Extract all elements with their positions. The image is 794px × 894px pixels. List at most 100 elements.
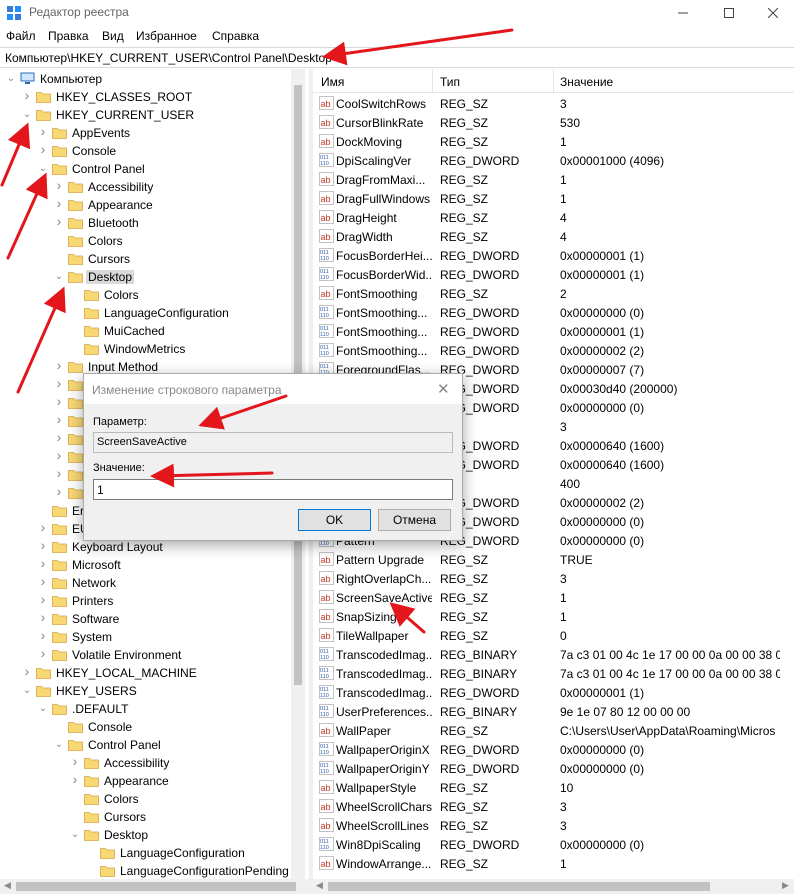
menu-file[interactable]: Файл (6, 29, 36, 43)
menu-favorites[interactable]: Избранное (136, 29, 197, 43)
tree-node[interactable]: › HKEY_CLASSES_ROOT (0, 88, 300, 106)
value-row[interactable]: 011 110 WallpaperOriginX REG_DWORD 0x0000000… (313, 740, 794, 759)
value-row[interactable]: 011 110 Win8DpiScaling REG_DWORD 0x00000000 … (313, 835, 794, 854)
value-row[interactable]: 011 110 UserPreferences... REG_BINARY 9e 1e … (313, 702, 794, 721)
value-row[interactable]: ab DragFromMaxi... REG_SZ 1 (313, 170, 794, 189)
tree-node[interactable]: › Volatile Environment (0, 646, 300, 664)
tree-node[interactable]: › AppEvents (0, 124, 300, 142)
chevron-down-icon[interactable]: ⌄ (38, 162, 48, 176)
chevron-right-icon[interactable]: › (22, 664, 32, 678)
value-row[interactable]: ab SnapSizing REG_SZ 1 (313, 607, 794, 626)
chevron-down-icon[interactable]: ⌄ (54, 738, 64, 752)
dialog-close-icon[interactable]: ✕ (437, 380, 450, 398)
column-type-header[interactable]: Тип (440, 75, 460, 89)
tree-node[interactable]: Console (0, 718, 300, 736)
scroll-left-icon[interactable]: ◀ (316, 880, 323, 891)
menu-edit[interactable]: Правка (48, 29, 89, 43)
chevron-right-icon[interactable]: › (54, 448, 64, 462)
chevron-right-icon[interactable]: › (54, 376, 64, 390)
tree-node[interactable]: › Accessibility (0, 754, 300, 772)
value-row[interactable]: ab WallpaperStyle REG_SZ 10 (313, 778, 794, 797)
tree-node[interactable]: Colors (0, 286, 300, 304)
value-row[interactable]: 011 110 TranscodedImag... REG_BINARY 7a c3 0… (313, 645, 794, 664)
tree-node[interactable]: ⌄ HKEY_USERS (0, 682, 300, 700)
chevron-right-icon[interactable]: › (38, 592, 48, 606)
value-row[interactable]: ab WheelScrollLines REG_SZ 3 (313, 816, 794, 835)
value-row[interactable]: ab WheelScrollChars REG_SZ 3 (313, 797, 794, 816)
value-row[interactable]: 011 110 FocusBorderHei... REG_DWORD 0x000000… (313, 246, 794, 265)
value-data-input[interactable] (93, 479, 453, 500)
tree-node[interactable]: ⌄ Control Panel (0, 736, 300, 754)
value-row[interactable]: 011 110 FocusBorderWid... REG_DWORD 0x000000… (313, 265, 794, 284)
value-row[interactable]: 011 110 FontSmoothing... REG_DWORD 0x0000000… (313, 322, 794, 341)
tree-node[interactable]: ⌄ HKEY_CURRENT_USER (0, 106, 300, 124)
chevron-right-icon[interactable]: › (38, 142, 48, 156)
value-row[interactable]: ab DragWidth REG_SZ 4 (313, 227, 794, 246)
value-row[interactable]: 011 110 TranscodedImag... REG_BINARY 7a c3 0… (313, 664, 794, 683)
value-row[interactable]: ab DockMoving REG_SZ 1 (313, 132, 794, 151)
tree-node[interactable]: ⌄ Desktop (0, 268, 300, 286)
tree-node[interactable]: WindowMetrics (0, 340, 300, 358)
chevron-right-icon[interactable]: › (70, 772, 80, 786)
tree-node[interactable]: Colors (0, 790, 300, 808)
cancel-button[interactable]: Отмена (378, 509, 451, 531)
value-row[interactable]: ab RightOverlapCh... REG_SZ 3 (313, 569, 794, 588)
chevron-right-icon[interactable]: › (38, 124, 48, 138)
scroll-right-icon[interactable]: ▶ (782, 880, 789, 891)
tree-node[interactable]: ⌄ Control Panel (0, 160, 300, 178)
chevron-right-icon[interactable]: › (54, 412, 64, 426)
chevron-right-icon[interactable]: › (54, 430, 64, 444)
menu-view[interactable]: Вид (102, 29, 124, 43)
tree-node[interactable]: › Printers (0, 592, 300, 610)
chevron-right-icon[interactable]: › (70, 754, 80, 768)
value-row[interactable]: ab DragHeight REG_SZ 4 (313, 208, 794, 227)
tree-node[interactable]: › HKEY_LOCAL_MACHINE (0, 664, 300, 682)
chevron-down-icon[interactable]: ⌄ (70, 828, 80, 842)
tree-node[interactable]: Colors (0, 232, 300, 250)
tree-node[interactable]: LanguageConfiguration (0, 304, 300, 322)
value-row[interactable]: 011 110 FontSmoothing... REG_DWORD 0x0000000… (313, 303, 794, 322)
minimize-button[interactable] (660, 0, 706, 26)
tree-node[interactable]: LanguageConfiguration (0, 844, 300, 862)
tree-node[interactable]: › System (0, 628, 300, 646)
value-row[interactable]: ab TileWallpaper REG_SZ 0 (313, 626, 794, 645)
chevron-right-icon[interactable]: › (54, 484, 64, 498)
chevron-down-icon[interactable]: ⌄ (22, 108, 32, 122)
address-bar[interactable]: Компьютер\HKEY_CURRENT_USER\Control Pane… (0, 47, 794, 68)
ok-button[interactable]: OK (298, 509, 371, 531)
tree-node[interactable]: MuiCached (0, 322, 300, 340)
chevron-down-icon[interactable]: ⌄ (38, 702, 48, 716)
scroll-left-icon[interactable]: ◀ (4, 880, 11, 891)
list-hscroll-thumb[interactable] (328, 882, 710, 891)
value-row[interactable]: 011 110 FontSmoothing... REG_DWORD 0x0000000… (313, 341, 794, 360)
chevron-down-icon[interactable]: ⌄ (22, 684, 32, 698)
chevron-right-icon[interactable]: › (38, 628, 48, 642)
value-row[interactable]: ab DragFullWindows REG_SZ 1 (313, 189, 794, 208)
value-row[interactable]: ab Pattern Upgrade REG_SZ TRUE (313, 550, 794, 569)
tree-node[interactable]: Cursors (0, 808, 300, 826)
chevron-right-icon[interactable]: › (22, 88, 32, 102)
column-separator[interactable] (432, 69, 433, 93)
tree-node[interactable]: › Console (0, 142, 300, 160)
chevron-down-icon[interactable]: ⌄ (6, 72, 16, 86)
value-row[interactable]: ab CoolSwitchRows REG_SZ 3 (313, 94, 794, 113)
chevron-right-icon[interactable]: › (38, 610, 48, 624)
tree-node[interactable]: › Microsoft (0, 556, 300, 574)
tree-node[interactable]: › Accessibility (0, 178, 300, 196)
tree-node[interactable]: LanguageConfigurationPending (0, 862, 300, 879)
chevron-right-icon[interactable]: › (54, 358, 64, 372)
column-data-header[interactable]: Значение (560, 75, 613, 89)
chevron-right-icon[interactable]: › (54, 466, 64, 480)
value-row[interactable]: ab WallPaper REG_SZ C:\Users\User\AppData\R… (313, 721, 794, 740)
tree-node[interactable]: ⌄ Компьютер (0, 70, 300, 88)
value-row[interactable]: ab FontSmoothing REG_SZ 2 (313, 284, 794, 303)
tree-node[interactable]: › Bluetooth (0, 214, 300, 232)
value-row[interactable]: ab CursorBlinkRate REG_SZ 530 (313, 113, 794, 132)
value-row[interactable]: ab WindowArrange... REG_SZ 1 (313, 854, 794, 873)
tree-node[interactable]: Cursors (0, 250, 300, 268)
value-row[interactable]: ab ScreenSaveActive REG_SZ 1 (313, 588, 794, 607)
tree-node[interactable]: ⌄ .DEFAULT (0, 700, 300, 718)
horizontal-scrollbar[interactable]: ◀ ◀ ▶ (0, 879, 794, 894)
maximize-button[interactable] (706, 0, 752, 26)
tree-node[interactable]: › Appearance (0, 772, 300, 790)
